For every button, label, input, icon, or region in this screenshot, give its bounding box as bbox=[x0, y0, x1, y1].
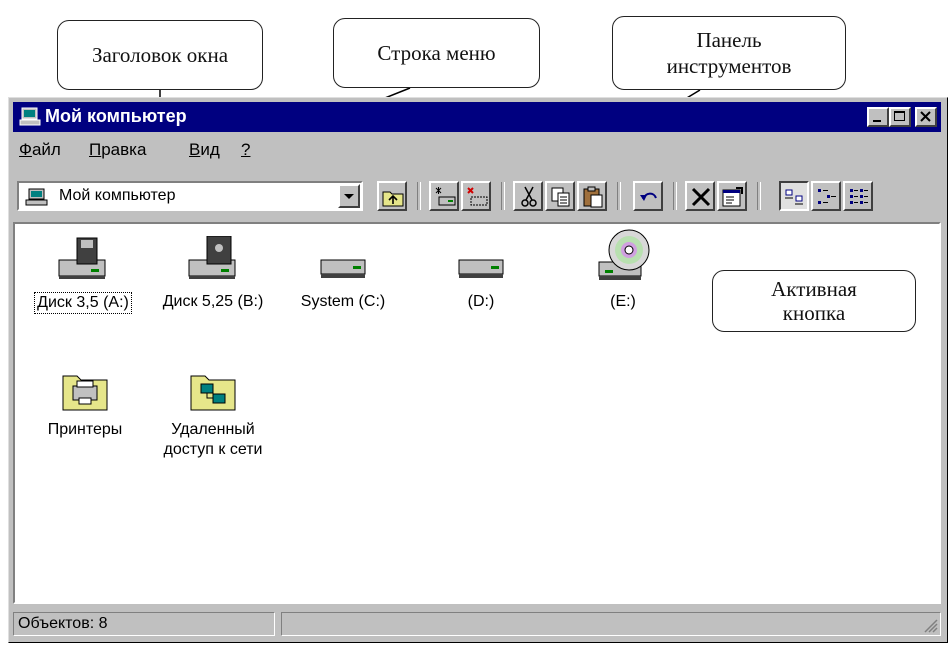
maximize-icon bbox=[894, 111, 905, 121]
drive-c-label: System (C:) bbox=[300, 293, 386, 310]
up-folder-button[interactable] bbox=[377, 181, 407, 211]
drive-a-label: Диск 3,5 (A:) bbox=[34, 292, 132, 314]
annotation-active-button: Активная кнопка bbox=[712, 270, 916, 332]
drive-a-item[interactable]: Диск 3,5 (A:) bbox=[17, 236, 149, 314]
large-icons-icon bbox=[785, 189, 803, 205]
window-title: Мой компьютер bbox=[45, 106, 187, 126]
hard-drive-icon bbox=[320, 259, 366, 278]
properties-button[interactable] bbox=[717, 181, 747, 211]
disconnect-drive-icon bbox=[467, 187, 488, 206]
computer-icon bbox=[25, 188, 48, 206]
menu-view[interactable]: Вид bbox=[189, 140, 220, 160]
address-dropdown-button[interactable] bbox=[338, 184, 360, 208]
drive-c-item[interactable]: System (C:) bbox=[277, 236, 409, 312]
annotation-window-title: Заголовок окна bbox=[57, 20, 263, 90]
dialup-networking-label: Удаленный доступ к сети bbox=[163, 421, 263, 458]
undo-icon bbox=[640, 192, 657, 201]
annotation-menu-bar: Строка меню bbox=[333, 18, 540, 88]
map-drive-button[interactable] bbox=[429, 181, 459, 211]
dialup-networking-item[interactable]: Удаленный доступ к сети bbox=[147, 364, 279, 460]
toolbar-separator bbox=[757, 182, 761, 210]
paste-icon bbox=[583, 186, 603, 208]
up-folder-icon bbox=[382, 191, 404, 207]
drive-e-item[interactable]: (E:) bbox=[557, 228, 689, 312]
status-panel-objects: Объектов: 8 bbox=[13, 612, 275, 636]
address-combobox[interactable]: Мой компьютер bbox=[17, 181, 363, 211]
drive-d-label: (D:) bbox=[467, 293, 495, 310]
toolbar-separator bbox=[417, 182, 421, 210]
cd-drive-icon bbox=[598, 229, 650, 280]
scissors-icon bbox=[521, 186, 537, 207]
minimize-button[interactable] bbox=[867, 107, 889, 127]
computer-icon bbox=[19, 107, 41, 126]
copy-icon bbox=[551, 187, 570, 207]
printers-label: Принтеры bbox=[47, 421, 123, 438]
drive-b-item[interactable]: Диск 5,25 (B:) bbox=[147, 236, 279, 312]
status-object-count: Объектов: 8 bbox=[18, 615, 108, 632]
hard-drive-icon bbox=[458, 259, 504, 278]
floppy-525-icon bbox=[188, 236, 236, 279]
cut-button[interactable] bbox=[513, 181, 543, 211]
menu-help[interactable]: ? bbox=[241, 140, 250, 160]
paste-button[interactable] bbox=[577, 181, 607, 211]
close-icon bbox=[920, 111, 931, 122]
dialup-networking-icon bbox=[190, 375, 236, 411]
printers-folder-icon bbox=[62, 375, 108, 411]
menu-file[interactable]: Файл bbox=[19, 140, 61, 160]
small-icons-icon bbox=[818, 189, 836, 204]
delete-button[interactable] bbox=[685, 181, 715, 211]
toolbar-separator bbox=[617, 182, 621, 210]
explorer-window: Мой компьютер Файл Правка Вид ? Мой комп… bbox=[8, 97, 948, 643]
toolbar-separator bbox=[673, 182, 677, 210]
small-icons-button[interactable] bbox=[811, 181, 841, 211]
list-view-icon bbox=[850, 189, 868, 204]
map-drive-icon bbox=[435, 187, 456, 206]
toolbar-separator bbox=[501, 182, 505, 210]
minimize-icon bbox=[873, 120, 881, 122]
status-bar: Объектов: 8 bbox=[13, 610, 941, 638]
printers-item[interactable]: Принтеры bbox=[19, 364, 151, 440]
disconnect-drive-button[interactable] bbox=[461, 181, 491, 211]
close-button[interactable] bbox=[915, 107, 937, 127]
status-panel-empty bbox=[281, 612, 941, 636]
annotation-toolbar: Панель инструментов bbox=[612, 16, 846, 90]
drive-e-label: (E:) bbox=[610, 293, 636, 310]
chevron-down-icon bbox=[344, 194, 354, 199]
menu-edit[interactable]: Правка bbox=[89, 140, 146, 160]
drive-d-item[interactable]: (D:) bbox=[415, 236, 547, 312]
maximize-button[interactable] bbox=[889, 107, 911, 127]
delete-icon bbox=[691, 187, 711, 207]
large-icons-button[interactable] bbox=[779, 181, 809, 211]
floppy-35-icon bbox=[58, 237, 106, 279]
drive-b-label: Диск 5,25 (B:) bbox=[162, 293, 264, 310]
toolbar: Мой компьютер bbox=[13, 176, 941, 216]
copy-button[interactable] bbox=[545, 181, 575, 211]
address-value: Мой компьютер bbox=[59, 187, 176, 204]
undo-button[interactable] bbox=[633, 181, 663, 211]
properties-icon bbox=[722, 187, 743, 207]
resize-grip-icon[interactable] bbox=[922, 617, 938, 633]
title-bar[interactable]: Мой компьютер bbox=[13, 102, 941, 132]
list-view-button[interactable] bbox=[843, 181, 873, 211]
